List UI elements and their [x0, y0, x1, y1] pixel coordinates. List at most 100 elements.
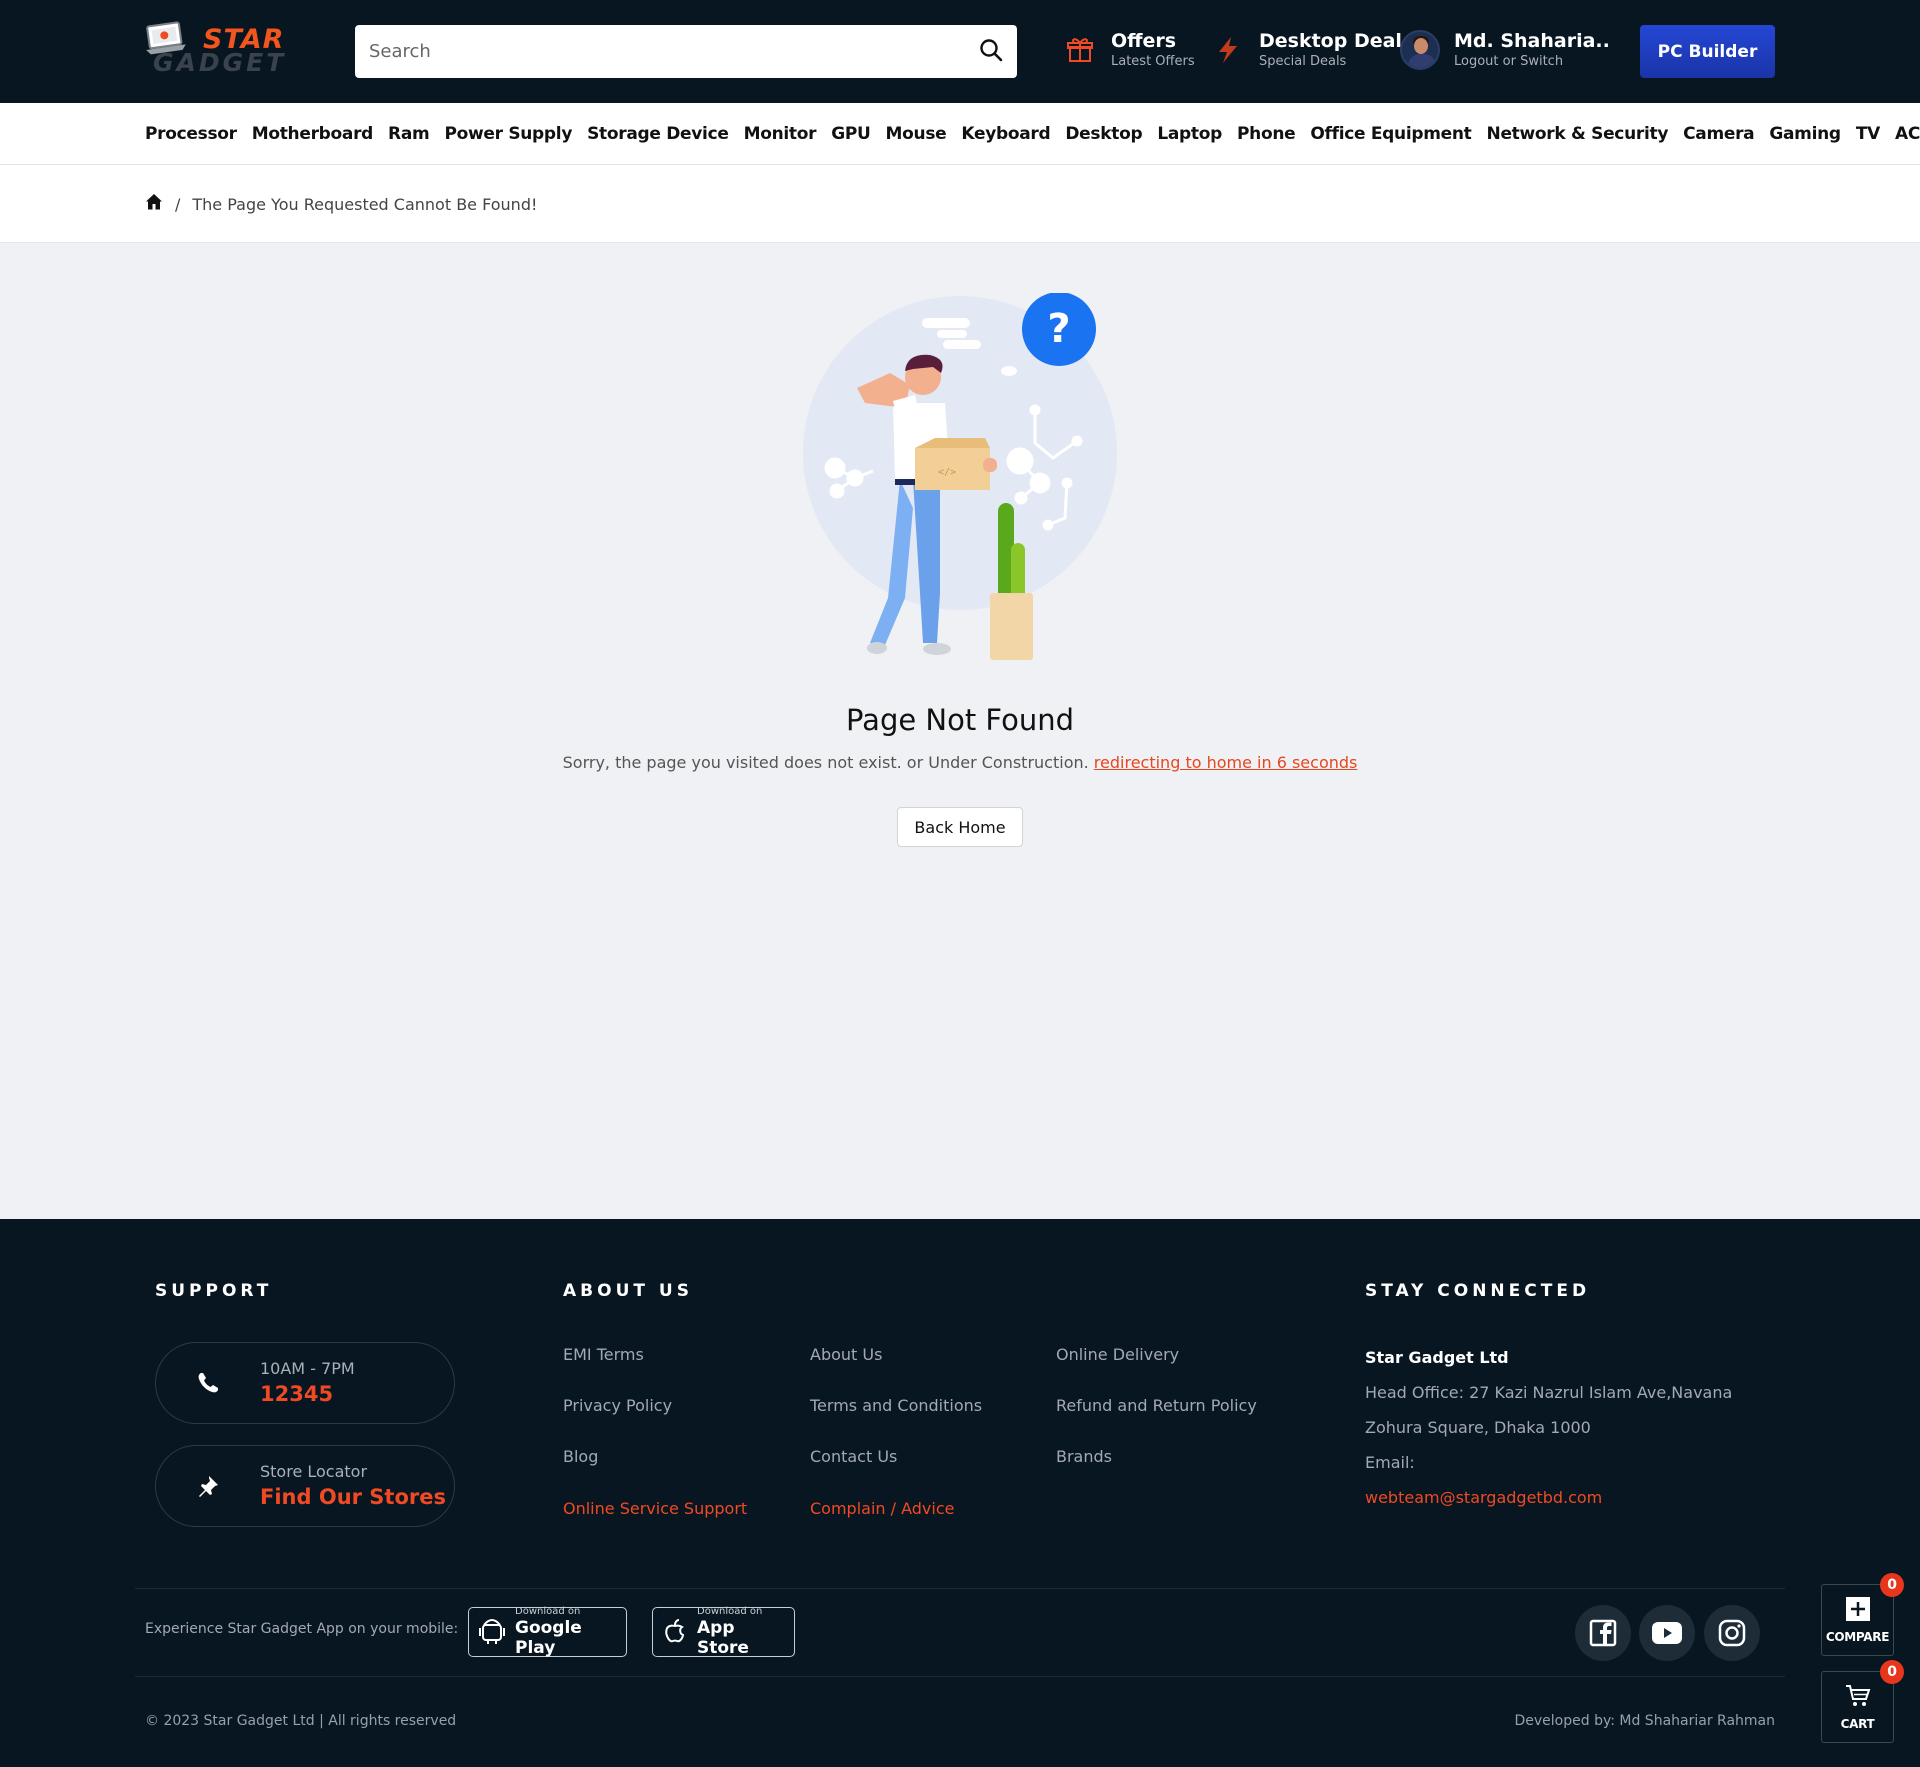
question-mark-icon: ?	[1047, 306, 1070, 352]
nav-item-ram[interactable]: Ram	[388, 124, 430, 144]
cart-label: CART	[1840, 1716, 1875, 1731]
offers-title: Offers	[1111, 30, 1177, 52]
desktop-deal-link[interactable]: Desktop Deal Special Deals	[1211, 30, 1402, 72]
copyright-text: © 2023 Star Gadget Ltd | All rights rese…	[145, 1713, 457, 1729]
find-stores-link: Find Our Stores	[260, 1485, 446, 1509]
app-store-small-text: Download on	[697, 1606, 763, 1617]
refund-policy-link[interactable]: Refund and Return Policy	[1056, 1396, 1257, 1415]
nav-item-tv[interactable]: TV	[1856, 124, 1880, 144]
store-locator-card[interactable]: Store Locator Find Our Stores	[155, 1445, 455, 1527]
email-label: Email:	[1365, 1453, 1415, 1472]
footer-divider	[135, 1588, 1785, 1589]
footer-divider-bottom	[135, 1676, 1785, 1677]
google-play-small-text: Download on	[515, 1606, 581, 1617]
not-found-message-row: Sorry, the page you visited does not exi…	[0, 753, 1920, 772]
support-hours: 10AM - 7PM	[260, 1359, 355, 1378]
search-input[interactable]	[369, 41, 979, 62]
developer-credit: Developed by: Md Shahariar Rahman	[1514, 1713, 1775, 1729]
apple-icon	[663, 1616, 687, 1648]
company-name: Star Gadget Ltd	[1365, 1348, 1509, 1367]
offers-link[interactable]: Offers Latest Offers	[1063, 30, 1195, 72]
cart-button[interactable]: 0 CART	[1821, 1660, 1904, 1743]
cart-icon	[1845, 1684, 1871, 1711]
support-phone-card[interactable]: 10AM - 7PM 12345	[155, 1342, 455, 1424]
terms-link[interactable]: Terms and Conditions	[810, 1396, 982, 1415]
contact-us-link[interactable]: Contact Us	[810, 1447, 897, 1466]
nav-item-storage-device[interactable]: Storage Device	[587, 124, 729, 144]
nav-item-processor[interactable]: Processor	[145, 124, 237, 144]
instagram-icon[interactable]	[1704, 1605, 1760, 1661]
breadcrumb-separator: /	[175, 194, 181, 214]
nav-item-camera[interactable]: Camera	[1683, 124, 1755, 144]
not-found-section: ? </> Page Not Found Sorry, the page you…	[0, 243, 1920, 1223]
page-not-found-title: Page Not Found	[845, 703, 1074, 737]
confused-person-illustration: ? </>	[803, 293, 1117, 660]
nav-item-network-security[interactable]: Network & Security	[1487, 124, 1669, 144]
online-delivery-link[interactable]: Online Delivery	[1056, 1345, 1179, 1364]
plus-box-icon	[1845, 1596, 1870, 1624]
google-play-button[interactable]: Download on Google Play	[468, 1606, 627, 1658]
about-us-link[interactable]: About Us	[810, 1345, 882, 1364]
logo-text-gadget: GADGET	[153, 48, 287, 77]
pc-builder-button[interactable]: PC Builder	[1640, 25, 1775, 78]
search-icon[interactable]	[979, 38, 1003, 66]
nav-item-power-supply[interactable]: Power Supply	[444, 124, 572, 144]
about-heading: ABOUT US	[563, 1281, 693, 1301]
user-name: Md. Shaharia..	[1454, 30, 1610, 52]
nav-item-monitor[interactable]: Monitor	[744, 124, 817, 144]
phone-icon	[156, 1371, 260, 1395]
nav-item-mouse[interactable]: Mouse	[886, 124, 947, 144]
app-store-label: App Store	[697, 1618, 749, 1658]
store-locator-label: Store Locator	[260, 1462, 368, 1481]
compare-button[interactable]: 0 COMPARE	[1821, 1573, 1904, 1656]
lightning-icon	[1211, 30, 1245, 70]
stay-connected-heading: STAY CONNECTED	[1365, 1281, 1591, 1301]
emi-terms-link[interactable]: EMI Terms	[563, 1345, 644, 1364]
search-bar	[355, 25, 1017, 78]
android-icon	[479, 1616, 505, 1648]
app-store-button[interactable]: Download on App Store	[652, 1606, 795, 1658]
nav-item-gpu[interactable]: GPU	[831, 124, 871, 144]
site-footer: SUPPORT 10AM - 7PM 12345 Store Locator F…	[0, 1219, 1920, 1767]
category-list: Processor Motherboard Ram Power Supply Stora…	[145, 103, 1920, 165]
svg-text:</>: </>	[938, 467, 956, 478]
privacy-policy-link[interactable]: Privacy Policy	[563, 1396, 672, 1415]
breadcrumb: / The Page You Requested Cannot Be Found…	[0, 165, 1920, 243]
nav-item-keyboard[interactable]: Keyboard	[961, 124, 1050, 144]
pin-icon	[156, 1474, 260, 1498]
brands-link[interactable]: Brands	[1056, 1447, 1112, 1466]
breadcrumb-current: The Page You Requested Cannot Be Found!	[192, 194, 538, 214]
email-link[interactable]: webteam@stargadgetbd.com	[1365, 1480, 1602, 1515]
gift-icon	[1063, 30, 1097, 70]
compare-label: COMPARE	[1825, 1629, 1890, 1644]
address-line-1: Head Office: 27 Kazi Nazrul Islam Ave,Na…	[1365, 1383, 1733, 1402]
deal-subtitle: Special Deals	[1259, 54, 1347, 69]
avatar	[1400, 30, 1440, 70]
nav-item-motherboard[interactable]: Motherboard	[252, 124, 374, 144]
google-play-label: Google Play	[515, 1618, 582, 1658]
nav-item-office-equipment[interactable]: Office Equipment	[1310, 124, 1471, 144]
not-found-message: Sorry, the page you visited does not exi…	[562, 753, 1089, 772]
nav-item-desktop[interactable]: Desktop	[1065, 124, 1142, 144]
home-icon[interactable]	[145, 193, 163, 215]
facebook-icon[interactable]	[1575, 1605, 1631, 1661]
site-logo[interactable]: STAR GADGET	[145, 18, 295, 80]
youtube-icon[interactable]	[1639, 1605, 1695, 1661]
support-heading: SUPPORT	[155, 1281, 273, 1301]
support-phone: 12345	[260, 1382, 334, 1406]
nav-item-phone[interactable]: Phone	[1237, 124, 1296, 144]
user-account-link[interactable]: Md. Shaharia.. Logout or Switch	[1400, 30, 1610, 72]
user-subtitle: Logout or Switch	[1454, 54, 1564, 69]
back-home-button[interactable]: Back Home	[897, 807, 1023, 847]
online-service-support-link[interactable]: Online Service Support	[563, 1499, 747, 1518]
nav-item-gaming[interactable]: Gaming	[1769, 124, 1841, 144]
nav-item-laptop[interactable]: Laptop	[1157, 124, 1222, 144]
complain-advice-link[interactable]: Complain / Advice	[810, 1499, 954, 1518]
nav-item-ac[interactable]: AC	[1895, 124, 1920, 144]
app-promo-text: Experience Star Gadget App on your mobil…	[145, 1621, 459, 1637]
blog-link[interactable]: Blog	[563, 1447, 598, 1466]
redirect-link[interactable]: redirecting to home in 6 seconds	[1094, 753, 1358, 772]
compare-count-badge: 0	[1880, 1573, 1904, 1597]
deal-title: Desktop Deal	[1259, 30, 1402, 52]
offers-subtitle: Latest Offers	[1111, 54, 1195, 69]
